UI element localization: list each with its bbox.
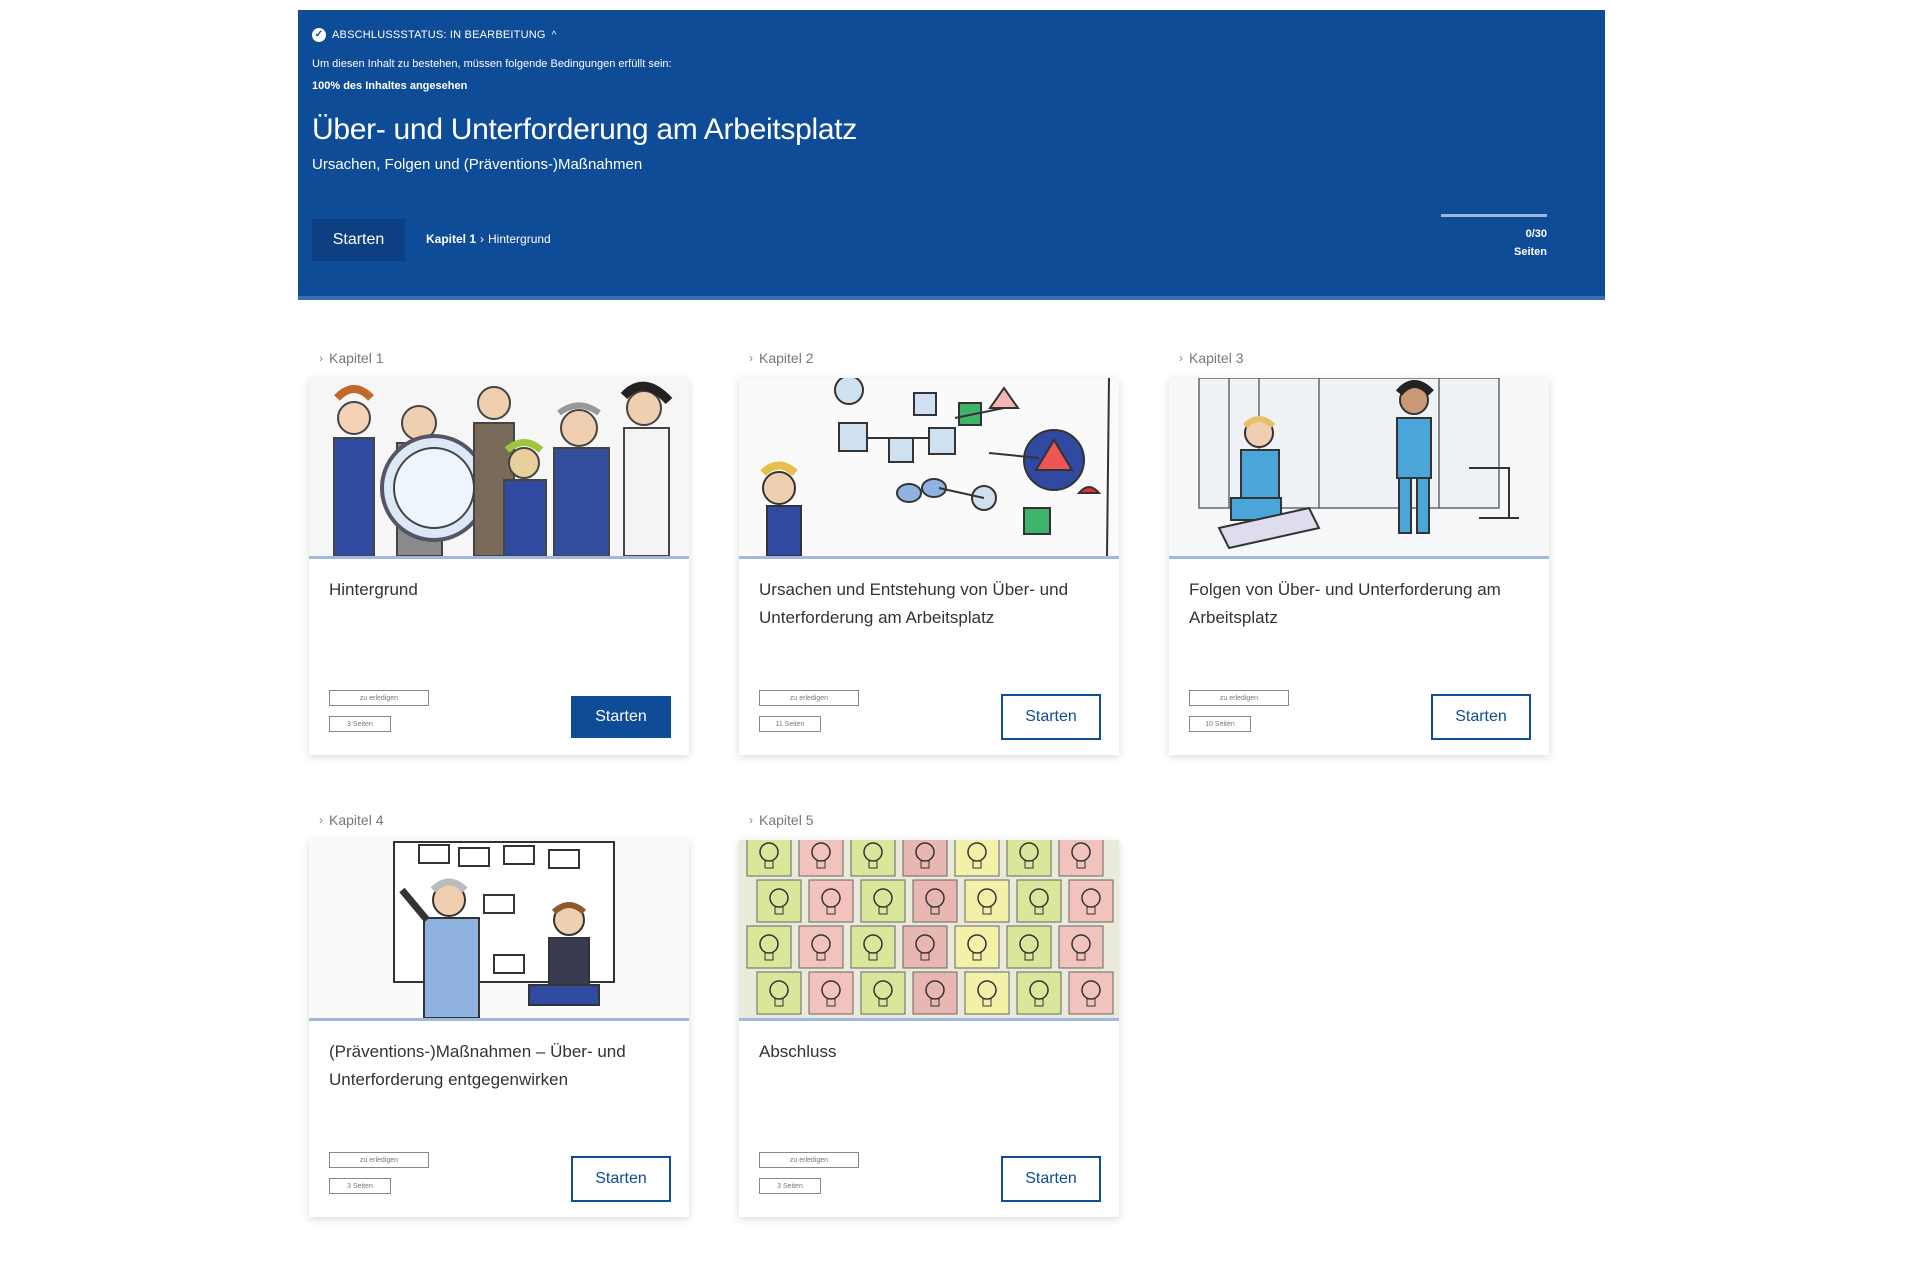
page-count-badge: 3 Seiten	[329, 1178, 391, 1194]
chapter-image	[739, 840, 1119, 1021]
page-title: Über- und Unterforderung am Arbeitsplatz	[312, 113, 857, 146]
completion-status[interactable]: ✓ ABSCHLUSSSTATUS: IN BEARBEITUNG ^	[312, 28, 557, 42]
chapter-label-text: Kapitel 1	[329, 350, 384, 366]
chevron-right-icon: ›	[749, 351, 753, 365]
progress-unit: Seiten	[1513, 246, 1547, 258]
progress-count: 0/30	[1525, 228, 1547, 240]
chapter-image	[309, 840, 689, 1021]
chapter-label-text: Kapitel 3	[1189, 350, 1244, 366]
nurses-illustration	[1169, 378, 1549, 556]
chapter-label-text: Kapitel 4	[329, 812, 384, 828]
chevron-right-icon: ›	[749, 813, 753, 827]
chapter-label-text: Kapitel 5	[759, 812, 814, 828]
condition-item: 100% des Inhaltes angesehen	[312, 80, 468, 92]
chapter-label[interactable]: › Kapitel 4	[319, 812, 689, 828]
chapter-card: Abschluss zu erledigen 3 Seiten Starten	[739, 840, 1119, 1217]
page-count-badge: 3 Seiten	[329, 716, 391, 732]
chevron-right-icon: ›	[1179, 351, 1183, 365]
chapter-label[interactable]: › Kapitel 2	[749, 350, 1119, 366]
chapter-section: › Kapitel 1 Hintergrund zu erledigen 3 Se…	[309, 350, 689, 755]
chapter-image	[309, 378, 689, 559]
chapter-title: Hintergrund	[329, 580, 418, 599]
chapter-card: Hintergrund zu erledigen 3 Seiten Starte…	[309, 378, 689, 755]
progress-bar	[1441, 214, 1547, 217]
status-badge: zu erledigen	[329, 690, 429, 706]
chapter-image	[1169, 378, 1549, 559]
page-subtitle: Ursachen, Folgen und (Präventions-)Maßna…	[312, 156, 643, 173]
chapter-label[interactable]: › Kapitel 3	[1179, 350, 1549, 366]
chapter-section: › Kapitel 2 Ursachen und Entstehung von …	[739, 350, 1119, 755]
completion-status-label: ABSCHLUSSSTATUS: IN BEARBEITUNG	[332, 29, 546, 41]
chapter-section: › Kapitel 3 Folgen von Über- und Unterfo…	[1169, 350, 1549, 755]
breadcrumb-separator-icon: ›	[480, 232, 485, 246]
breadcrumb: Kapitel 1 › Hintergrund	[426, 232, 551, 246]
course-header-banner: ✓ ABSCHLUSSSTATUS: IN BEARBEITUNG ^ Um d…	[298, 10, 1605, 300]
whiteboard-discussion-illustration	[309, 840, 689, 1018]
chapter-section: › Kapitel 4 (Präventions-)Maßnahmen – Übe…	[309, 812, 689, 1217]
chevron-right-icon: ›	[319, 351, 323, 365]
check-circle-icon: ✓	[312, 28, 326, 42]
team-magnifier-illustration	[309, 378, 689, 556]
chapter-label[interactable]: › Kapitel 1	[319, 350, 689, 366]
breadcrumb-chapter[interactable]: Kapitel 1	[426, 232, 476, 246]
chevron-up-icon[interactable]: ^	[552, 30, 557, 41]
chevron-right-icon: ›	[319, 813, 323, 827]
status-badge: zu erledigen	[329, 1152, 429, 1168]
breadcrumb-section[interactable]: Hintergrund	[488, 232, 551, 246]
start-chapter-button[interactable]: Starten	[1001, 694, 1101, 740]
lightbulb-notes-illustration	[739, 840, 1119, 1018]
page-count-badge: 3 Seiten	[759, 1178, 821, 1194]
chapter-image	[739, 378, 1119, 559]
chapter-title: Folgen von Über- und Unterforderung am A…	[1189, 580, 1501, 627]
page-count-badge: 10 Seiten	[1189, 716, 1251, 732]
status-badge: zu erledigen	[1189, 690, 1289, 706]
start-chapter-button[interactable]: Starten	[571, 696, 671, 738]
chapter-label-text: Kapitel 2	[759, 350, 814, 366]
start-course-button[interactable]: Starten	[312, 219, 405, 261]
conditions-text: Um diesen Inhalt zu bestehen, müssen fol…	[312, 58, 672, 70]
chapter-card: Ursachen und Entstehung von Über- und Un…	[739, 378, 1119, 755]
chapter-label[interactable]: › Kapitel 5	[749, 812, 1119, 828]
chapter-title: Abschluss	[759, 1042, 837, 1061]
start-chapter-button[interactable]: Starten	[571, 1156, 671, 1202]
chapter-card: (Präventions-)Maßnahmen – Über- und Unte…	[309, 840, 689, 1217]
status-badge: zu erledigen	[759, 1152, 859, 1168]
chapter-card: Folgen von Über- und Unterforderung am A…	[1169, 378, 1549, 755]
process-diagram-illustration	[739, 378, 1119, 556]
status-badge: zu erledigen	[759, 690, 859, 706]
start-chapter-button[interactable]: Starten	[1431, 694, 1531, 740]
page-count-badge: 11 Seiten	[759, 716, 821, 732]
start-chapter-button[interactable]: Starten	[1001, 1156, 1101, 1202]
chapter-section: › Kapitel 5 Abschluss zu erledigen 3 Seit…	[739, 812, 1119, 1217]
chapter-title: Ursachen und Entstehung von Über- und Un…	[759, 580, 1069, 627]
chapter-title: (Präventions-)Maßnahmen – Über- und Unte…	[329, 1042, 626, 1089]
